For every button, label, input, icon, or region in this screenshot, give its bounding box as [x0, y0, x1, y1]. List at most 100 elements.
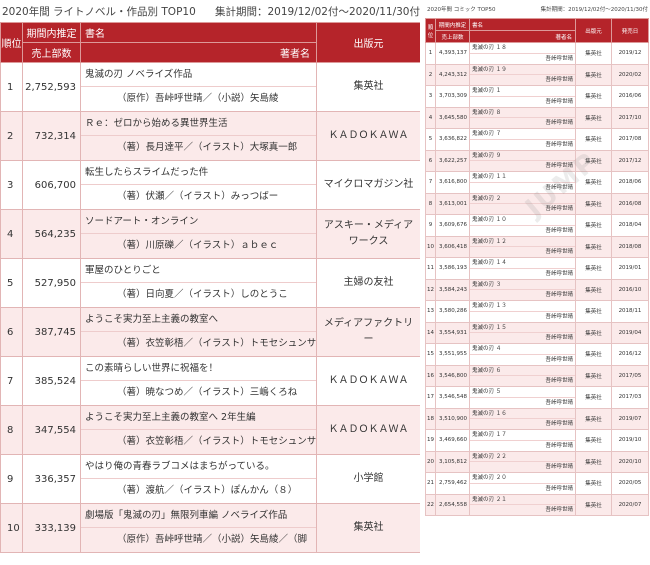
- book-title: ようこそ実力至上主義の教室へ 2年生編: [81, 406, 316, 430]
- title-cell: Ｒｅ：ゼロから始める異世界生活 （著）長月達平／（イラスト）大塚真一郎: [80, 111, 317, 161]
- book-title: 鬼滅の刃 １１: [470, 172, 575, 183]
- sales-cell: 347,554: [22, 405, 81, 455]
- rank-cell: 9: [425, 214, 436, 237]
- title-cell: 鬼滅の刃 １４ 吾峠呼世晴: [469, 257, 576, 280]
- date-cell: 2016/08: [611, 192, 649, 215]
- publisher-cell: 集英社: [575, 472, 612, 495]
- sales-cell: 2,752,593: [22, 62, 81, 112]
- sales-cell: 3,554,931: [435, 321, 470, 344]
- title-cell: 鬼滅の刃 １７ 吾峠呼世晴: [469, 429, 576, 452]
- rank-cell: 18: [425, 407, 436, 430]
- table-row: 14 3,554,931 鬼滅の刃 １５ 吾峠呼世晴 集英社 2019/04: [425, 321, 649, 344]
- rank-cell: 16: [425, 364, 436, 387]
- date-cell: 2016/10: [611, 278, 649, 301]
- date-cell: 2020/10: [611, 450, 649, 473]
- sales-cell: 3,584,243: [435, 278, 470, 301]
- title-cell: 鬼滅の刃 ９ 吾峠呼世晴: [469, 149, 576, 172]
- book-author: （著）衣笠彰梧／（イラスト）トモセシュンサク: [117, 436, 316, 447]
- date-cell: 2019/07: [611, 407, 649, 430]
- book-author: 吾峠呼世晴: [545, 378, 573, 384]
- book-title: 鬼滅の刃 １２: [470, 237, 575, 247]
- book-title: 鬼滅の刃 ２１: [470, 495, 575, 505]
- book-author: 吾峠呼世晴: [545, 184, 573, 191]
- book-title: ソードアート・オンライン: [81, 210, 316, 234]
- book-author: 吾峠呼世晴: [545, 77, 573, 83]
- book-title: 鬼滅の刃 ６: [470, 366, 575, 376]
- book-author: （著）川原礫／（イラスト）ａｂｅｃ: [117, 240, 279, 251]
- table-row: 1 2,752,593 鬼滅の刃 ノベライズ作品 （原作）吾峠呼世晴／（小説）矢島綾 集…: [0, 62, 420, 112]
- table-row: 3 3,703,309 鬼滅の刃 １ 吾峠呼世晴 集英社 2016/06: [425, 85, 649, 108]
- book-author: （著）長月達平／（イラスト）大塚真一郎: [117, 142, 298, 153]
- publisher-cell: ＫＡＤＯＫＡＷＡ: [316, 356, 420, 406]
- book-title: 鬼滅の刃 ノベライズ作品: [81, 63, 316, 87]
- rank-cell: 4: [425, 106, 436, 129]
- sales-cell: 3,546,800: [435, 364, 470, 387]
- date-cell: 2018/06: [611, 171, 649, 194]
- title-cell: 鬼滅の刃 ６ 吾峠呼世晴: [469, 364, 576, 387]
- sales-cell: 3,703,309: [435, 85, 470, 108]
- table-row: 22 2,654,558 鬼滅の刃 ２１ 吾峠呼世晴 集英社 2020/07: [425, 493, 649, 516]
- date-cell: 2020/05: [611, 472, 649, 495]
- sales-cell: 3,622,257: [435, 149, 470, 172]
- book-author: 吾峠呼世晴: [545, 206, 573, 212]
- title-cell: 鬼滅の刃 ２２ 吾峠呼世晴: [469, 450, 576, 473]
- book-author: （著）暁なつめ／（イラスト）三嶋くろね: [117, 387, 298, 398]
- date-cell: 2020/02: [611, 63, 649, 86]
- sales-cell: 4,393,137: [435, 42, 470, 65]
- book-author: （原作）吾峠呼世晴／（小説）矢島綾: [117, 93, 279, 104]
- rank-cell: 8: [425, 192, 436, 215]
- book-author: 吾峠呼世晴: [545, 313, 573, 320]
- publisher-cell: ＫＡＤＯＫＡＷＡ: [316, 111, 420, 161]
- rank-cell: 19: [425, 429, 436, 452]
- date-cell: 2017/05: [611, 364, 649, 387]
- book-author: 吾峠呼世晴: [545, 141, 573, 148]
- sales-cell: 4,243,312: [435, 63, 470, 86]
- book-author: （著）衣笠彰梧／（イラスト）トモセシュンサク: [117, 338, 316, 349]
- sales-cell: 606,700: [22, 160, 81, 210]
- date-cell: 2017/03: [611, 386, 649, 409]
- sales-cell: 2,759,462: [435, 472, 470, 495]
- table-row: 4 564,235 ソードアート・オンライン （著）川原礫／（イラスト）ａｂｅｃ アスキ…: [0, 209, 420, 259]
- book-author: （著）伏瀬／（イラスト）みっつばー: [117, 191, 279, 202]
- title-cell: 鬼滅の刃 ５ 吾峠呼世晴: [469, 386, 576, 409]
- book-title: 鬼滅の刃 １３: [470, 301, 575, 312]
- book-title: 鬼滅の刃 １０: [470, 215, 575, 226]
- title-cell: 鬼滅の刃 １２ 吾峠呼世晴: [469, 235, 576, 258]
- publisher-cell: 集英社: [575, 321, 612, 344]
- title-cell: 鬼滅の刃 １１ 吾峠呼世晴: [469, 171, 576, 194]
- sales-cell: 3,613,001: [435, 192, 470, 215]
- sales-cell: 527,950: [22, 258, 81, 308]
- book-author: 吾峠呼世晴: [545, 270, 573, 277]
- date-cell: 2016/12: [611, 343, 649, 366]
- sales-cell: 3,510,900: [435, 407, 470, 430]
- comic-publisher-header: 出版元: [575, 18, 612, 43]
- book-title: 鬼滅の刃 １９: [470, 65, 575, 75]
- rank-cell: 7: [425, 171, 436, 194]
- book-author: 吾峠呼世晴: [545, 442, 573, 449]
- title-cell: 鬼滅の刃 ３ 吾峠呼世晴: [469, 278, 576, 301]
- rank-cell: 6: [425, 149, 436, 172]
- publisher-cell: ＫＡＤＯＫＡＷＡ: [316, 405, 420, 455]
- rank-cell: 17: [425, 386, 436, 409]
- book-title: 軍屋のひとりごと: [81, 259, 316, 283]
- book-title: 転生したらスライムだった件: [81, 161, 316, 185]
- ln-header: 2020年間 ライトノベル・作品別 TOP10 集計期間：2019/12/02付…: [0, 0, 420, 22]
- title-cell: 鬼滅の刃 ４ 吾峠呼世晴: [469, 343, 576, 366]
- book-title: 鬼滅の刃 １５: [470, 323, 575, 333]
- book-title: Ｒｅ：ゼロから始める異世界生活: [81, 112, 316, 136]
- comic-header: 2020年間 コミック TOP50 集計期間：2019/12/02付〜2020/…: [425, 0, 650, 18]
- rank-cell: 13: [425, 300, 436, 323]
- sales-cell: 3,105,812: [435, 450, 470, 473]
- title-cell: やはり俺の青春ラブコメはまちがっている。 （著）渡航／（イラスト）ぽんかん（８）: [80, 454, 317, 504]
- publisher-cell: 集英社: [575, 429, 612, 452]
- title-cell: 鬼滅の刃 ７ 吾峠呼世晴: [469, 128, 576, 151]
- comic-title: 2020年間 コミック TOP50: [427, 7, 496, 13]
- book-author: （原作）吾峠呼世晴／（小説）矢島綾／（脚: [117, 534, 308, 545]
- book-author: 吾峠呼世晴: [545, 421, 573, 427]
- sales-cell: 3,645,580: [435, 106, 470, 129]
- book-author: 吾峠呼世晴: [545, 507, 573, 513]
- table-row: 9 336,357 やはり俺の青春ラブコメはまちがっている。 （著）渡航／（イラスト）…: [0, 454, 420, 504]
- table-row: 13 3,580,286 鬼滅の刃 １３ 吾峠呼世晴 集英社 2018/11: [425, 300, 649, 323]
- date-cell: 2017/12: [611, 149, 649, 172]
- table-row: 5 527,950 軍屋のひとりごと （著）日向夏／（イラスト）しのとうこ 主婦の友社: [0, 258, 420, 308]
